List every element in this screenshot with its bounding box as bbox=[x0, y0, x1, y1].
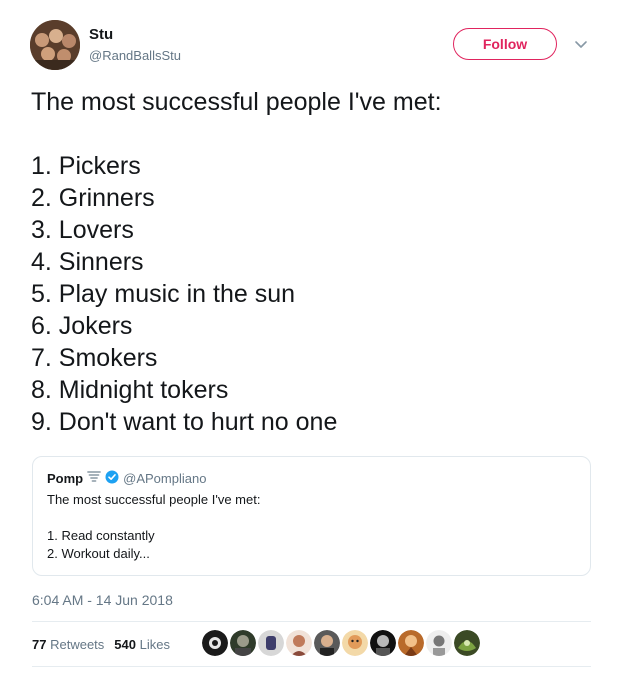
tweet-line: 6. Jokers bbox=[31, 312, 133, 340]
liker-avatar[interactable] bbox=[426, 630, 452, 656]
retweets-label: Retweets bbox=[50, 637, 105, 652]
liker-avatar[interactable] bbox=[314, 630, 340, 656]
tweet-line: 9. Don't want to hurt no one bbox=[31, 408, 338, 436]
quoted-author-handle[interactable]: @APompliano bbox=[123, 471, 206, 486]
liker-avatar[interactable] bbox=[454, 630, 480, 656]
tweet-line: 8. Midnight tokers bbox=[31, 376, 229, 404]
quoted-line: 2. Workout daily... bbox=[47, 546, 150, 561]
chevron-down-icon[interactable] bbox=[573, 36, 589, 52]
tweet-line: 3. Lovers bbox=[31, 216, 134, 244]
quoted-tweet[interactable]: Pomp @APompliano The most successful peo… bbox=[32, 456, 591, 576]
quoted-author-name[interactable]: Pomp bbox=[47, 471, 83, 486]
liker-avatar[interactable] bbox=[342, 630, 368, 656]
tweet-text: The most successful people I've met: 1. … bbox=[31, 86, 601, 438]
tweet-line: 5. Play music in the sun bbox=[31, 280, 296, 308]
liker-avatar[interactable] bbox=[202, 630, 228, 656]
quoted-line: 1. Read constantly bbox=[47, 528, 155, 543]
author-handle[interactable]: @RandBallsStu bbox=[89, 48, 181, 63]
author-avatar[interactable] bbox=[30, 20, 80, 70]
liker-avatar[interactable] bbox=[398, 630, 424, 656]
follow-button[interactable]: Follow bbox=[453, 28, 557, 60]
author-name[interactable]: Stu bbox=[89, 26, 113, 43]
tweet-line bbox=[31, 118, 601, 150]
likes-count: 540 bbox=[114, 637, 136, 652]
quoted-line: The most successful people I've met: bbox=[47, 492, 261, 507]
liker-avatar[interactable] bbox=[286, 630, 312, 656]
tweet-line: 2. Grinners bbox=[31, 184, 155, 212]
tweet-line: 4. Sinners bbox=[31, 248, 144, 276]
tornado-emoji-icon bbox=[87, 470, 102, 487]
engagement-stats: 77 Retweets 540 Likes bbox=[32, 637, 170, 652]
tweet-line: 1. Pickers bbox=[31, 152, 141, 180]
retweets-stat[interactable]: 77 Retweets bbox=[32, 637, 104, 652]
liker-avatar[interactable] bbox=[258, 630, 284, 656]
divider bbox=[32, 666, 591, 667]
likes-stat[interactable]: 540 Likes bbox=[114, 637, 170, 652]
liker-avatar[interactable] bbox=[230, 630, 256, 656]
tweet-line: The most successful people I've met: bbox=[31, 88, 442, 116]
likes-label: Likes bbox=[139, 637, 170, 652]
tweet-timestamp[interactable]: 6:04 AM - 14 Jun 2018 bbox=[32, 592, 173, 608]
quoted-tweet-text: The most successful people I've met: 1. … bbox=[47, 491, 260, 563]
divider bbox=[32, 621, 591, 622]
liker-avatar[interactable] bbox=[370, 630, 396, 656]
tweet-line: 7. Smokers bbox=[31, 344, 158, 372]
liker-avatars bbox=[202, 630, 480, 656]
quoted-line bbox=[47, 509, 260, 527]
verified-badge-icon bbox=[105, 470, 119, 487]
quoted-tweet-header: Pomp @APompliano bbox=[47, 470, 206, 487]
retweets-count: 77 bbox=[32, 637, 47, 652]
